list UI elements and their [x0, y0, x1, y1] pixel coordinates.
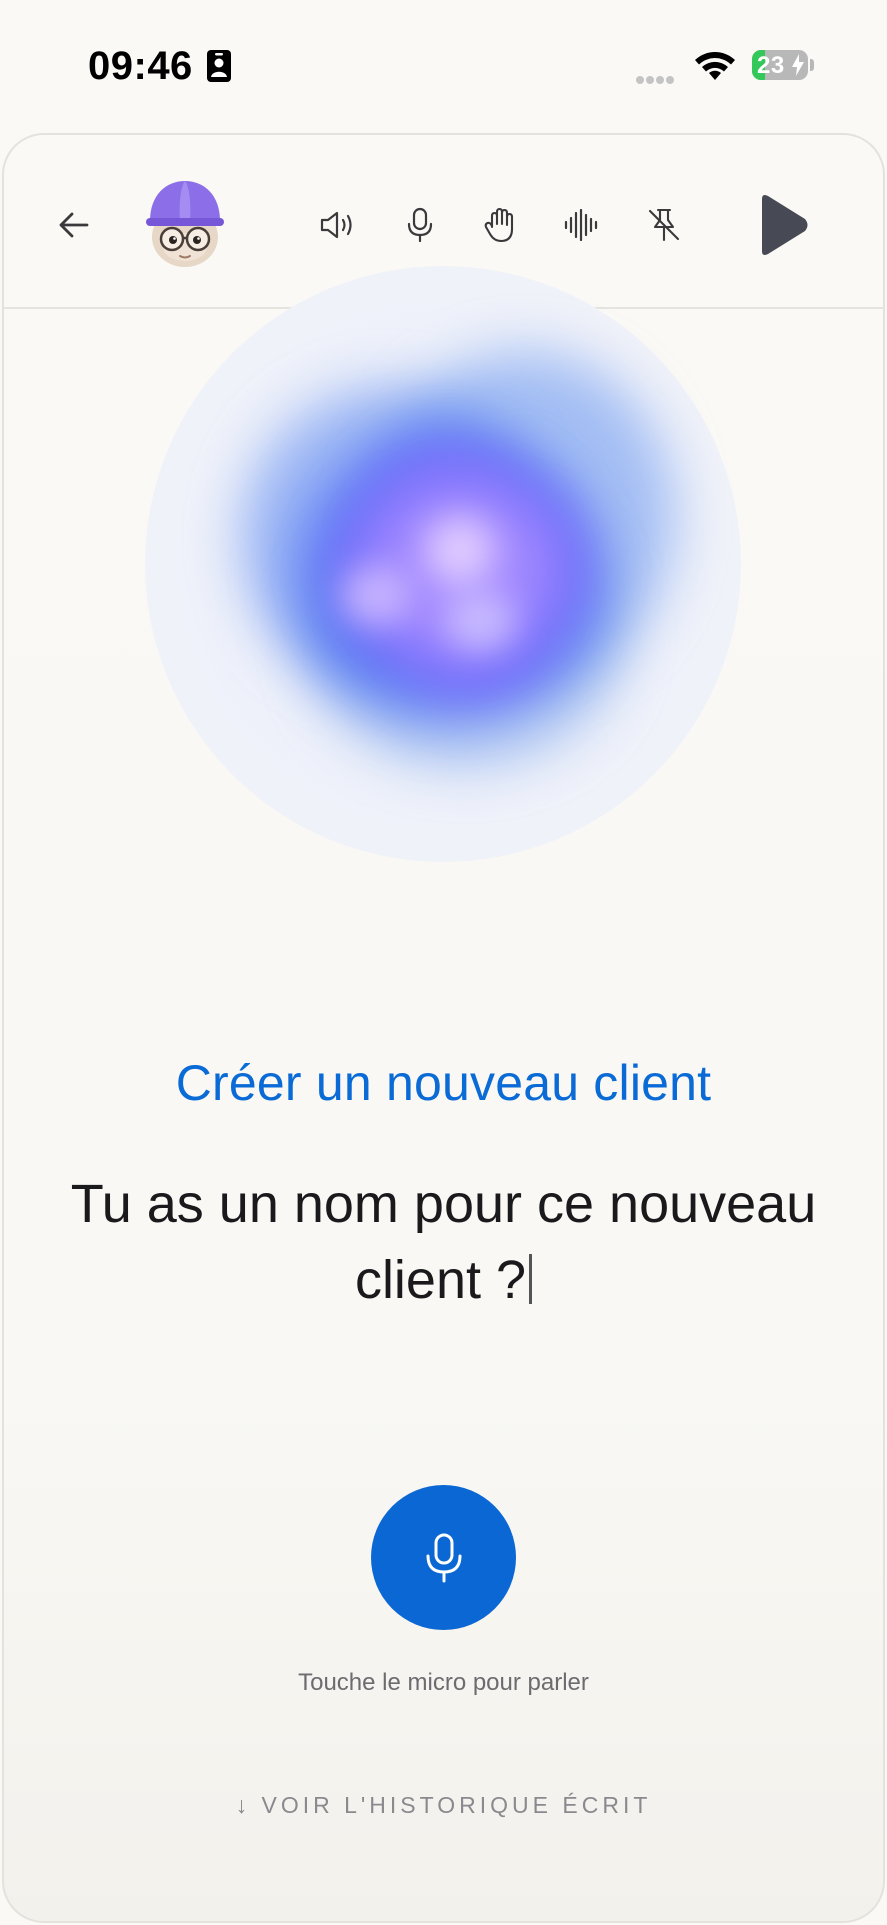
battery-indicator: 23	[752, 50, 808, 80]
construction-worker-avatar-icon	[146, 181, 224, 267]
battery-tip	[810, 59, 814, 71]
assistant-question: Tu as un nom pour ce nouveau client ?	[60, 1166, 827, 1318]
charging-bolt-icon	[792, 54, 804, 76]
flow-title: Créer un nouveau client	[175, 1055, 712, 1111]
voice-mode-button[interactable]	[560, 203, 604, 247]
speaker-icon	[320, 211, 352, 239]
microphone-icon	[426, 1533, 461, 1582]
play-icon	[762, 195, 808, 255]
view-history-link[interactable]: ↓ VOIR L'HISTORIQUE ÉCRIT	[0, 1792, 887, 1819]
unpin-button[interactable]	[642, 203, 686, 247]
back-button[interactable]	[54, 205, 94, 245]
pin-off-icon	[648, 208, 680, 242]
talk-microphone-button[interactable]	[371, 1485, 516, 1630]
microphone-icon	[407, 207, 433, 243]
battery-percent: 23	[757, 52, 785, 79]
voice-orb	[145, 266, 741, 862]
text-caret	[529, 1254, 533, 1304]
orb-highlight	[425, 516, 495, 586]
play-button[interactable]	[752, 191, 812, 259]
status-time: 09:46	[88, 44, 193, 88]
orb-highlight	[445, 591, 515, 651]
arrow-left-icon	[59, 212, 89, 238]
mic-hint: Touche le micro pour parler	[298, 1669, 589, 1696]
cellular-signal-icon	[636, 71, 676, 89]
interrupt-button[interactable]	[480, 203, 522, 247]
wifi-icon	[695, 52, 735, 80]
orb-highlight	[340, 566, 410, 626]
microphone-toggle-button[interactable]	[402, 203, 438, 247]
waveform-icon	[564, 209, 598, 241]
question-text: Tu as un nom pour ce nouveau client ?	[70, 1174, 817, 1310]
status-bar: 09:46 23	[0, 0, 887, 130]
contact-card-icon	[207, 50, 231, 82]
speaker-button[interactable]	[316, 205, 358, 245]
hand-raise-icon	[484, 207, 514, 243]
assistant-avatar[interactable]	[144, 177, 226, 269]
